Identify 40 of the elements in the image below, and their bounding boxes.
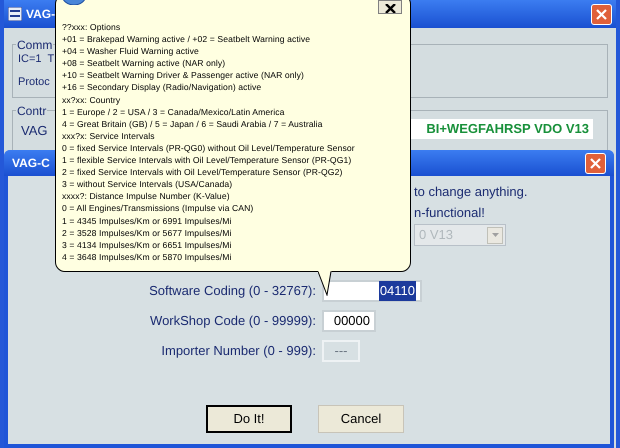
warning-text: n-functional! <box>414 204 486 222</box>
help-text-line: 2 = 3528 Impulses/Km or 5677 Impulses/Mi <box>62 226 233 239</box>
help-text-line: +16 = Secondary Display (Radio/Navigation) active <box>62 81 262 94</box>
close-icon <box>596 8 607 20</box>
help-text-line: 0 = All Engines/Transmissions (Impulse via CAN) <box>62 202 254 214</box>
help-text-line: xxxx?: Distance Impulse Number (K-Value) <box>62 190 231 202</box>
controller-label: VAG <box>21 122 48 140</box>
close-icon <box>384 4 396 13</box>
dialog-title: VAG-C <box>12 155 50 172</box>
close-button[interactable] <box>378 0 402 14</box>
close-icon <box>590 158 601 168</box>
help-text-line: xx?xx: Country <box>62 94 122 106</box>
app-icon <box>8 7 22 21</box>
help-text-line: 4 = 3648 Impulses/Km or 5870 Impulses/Mi <box>62 250 233 263</box>
help-text-line: +08 = Seatbelt Warning active (NAR only) <box>62 57 226 70</box>
help-text-line: 4 = Great Britain (GB) / 5 = Japan / 6 = Saudi Arabia / 7 = Australia <box>62 118 324 130</box>
help-text-line: 3 = without Service Intervals (USA/Canada) <box>62 178 234 190</box>
field-label: Importer Number (0 - 999): <box>160 342 317 360</box>
help-text-line: +10 = Seatbelt Warning Driver & Passenger active (NAR only) <box>62 69 306 82</box>
help-text-line: 0 = fixed Service Intervals (PR-QG0) without Oil Level/Temperature Sensor <box>62 142 356 154</box>
caret-icon <box>492 233 498 237</box>
help-text-line: ??xxx: Options <box>62 21 122 34</box>
help-text-line: 1 = Europe / 2 = USA / 3 = Canada/Mexico/Latin America <box>62 106 286 118</box>
help-text-line: +04 = Washer Fluid Warning active <box>62 45 200 58</box>
help-text-line: xxx?x: Service Intervals <box>62 130 156 142</box>
dialog-button[interactable]: Do It! <box>206 405 292 433</box>
info-text: Protoc <box>18 74 50 90</box>
input-field[interactable]: 00000 <box>322 310 376 332</box>
warning-text: to change anything. <box>414 183 528 201</box>
help-text-line: 2 = fixed Service Intervals with Oil Level/Temperature Sensor (PR-QG2) <box>62 166 344 178</box>
help-text-line: 1 = 4345 Impulses/Km or 6991 Impulses/Mi <box>62 214 233 227</box>
field-label: Software Coding (0 - 32767): <box>148 282 317 300</box>
input-field[interactable]: 04110 <box>322 280 422 302</box>
help-text-line: 3 = 4134 Impulses/Km or 6651 Impulses/Mi <box>62 238 233 251</box>
help-text-line: 1 = flexible Service Intervals with Oil Level/Temperature Sensor (PR-QG1) <box>62 154 352 166</box>
info-text: IC=1 T <box>18 52 54 67</box>
dialog-button[interactable]: Cancel <box>318 405 404 433</box>
window-title: VAG- <box>26 6 56 23</box>
help-text-line: +01 = Brakepad Warning active / +02 = Seatbelt Warning active <box>62 33 312 46</box>
field-label: WorkShop Code (0 - 99999): <box>149 312 317 330</box>
